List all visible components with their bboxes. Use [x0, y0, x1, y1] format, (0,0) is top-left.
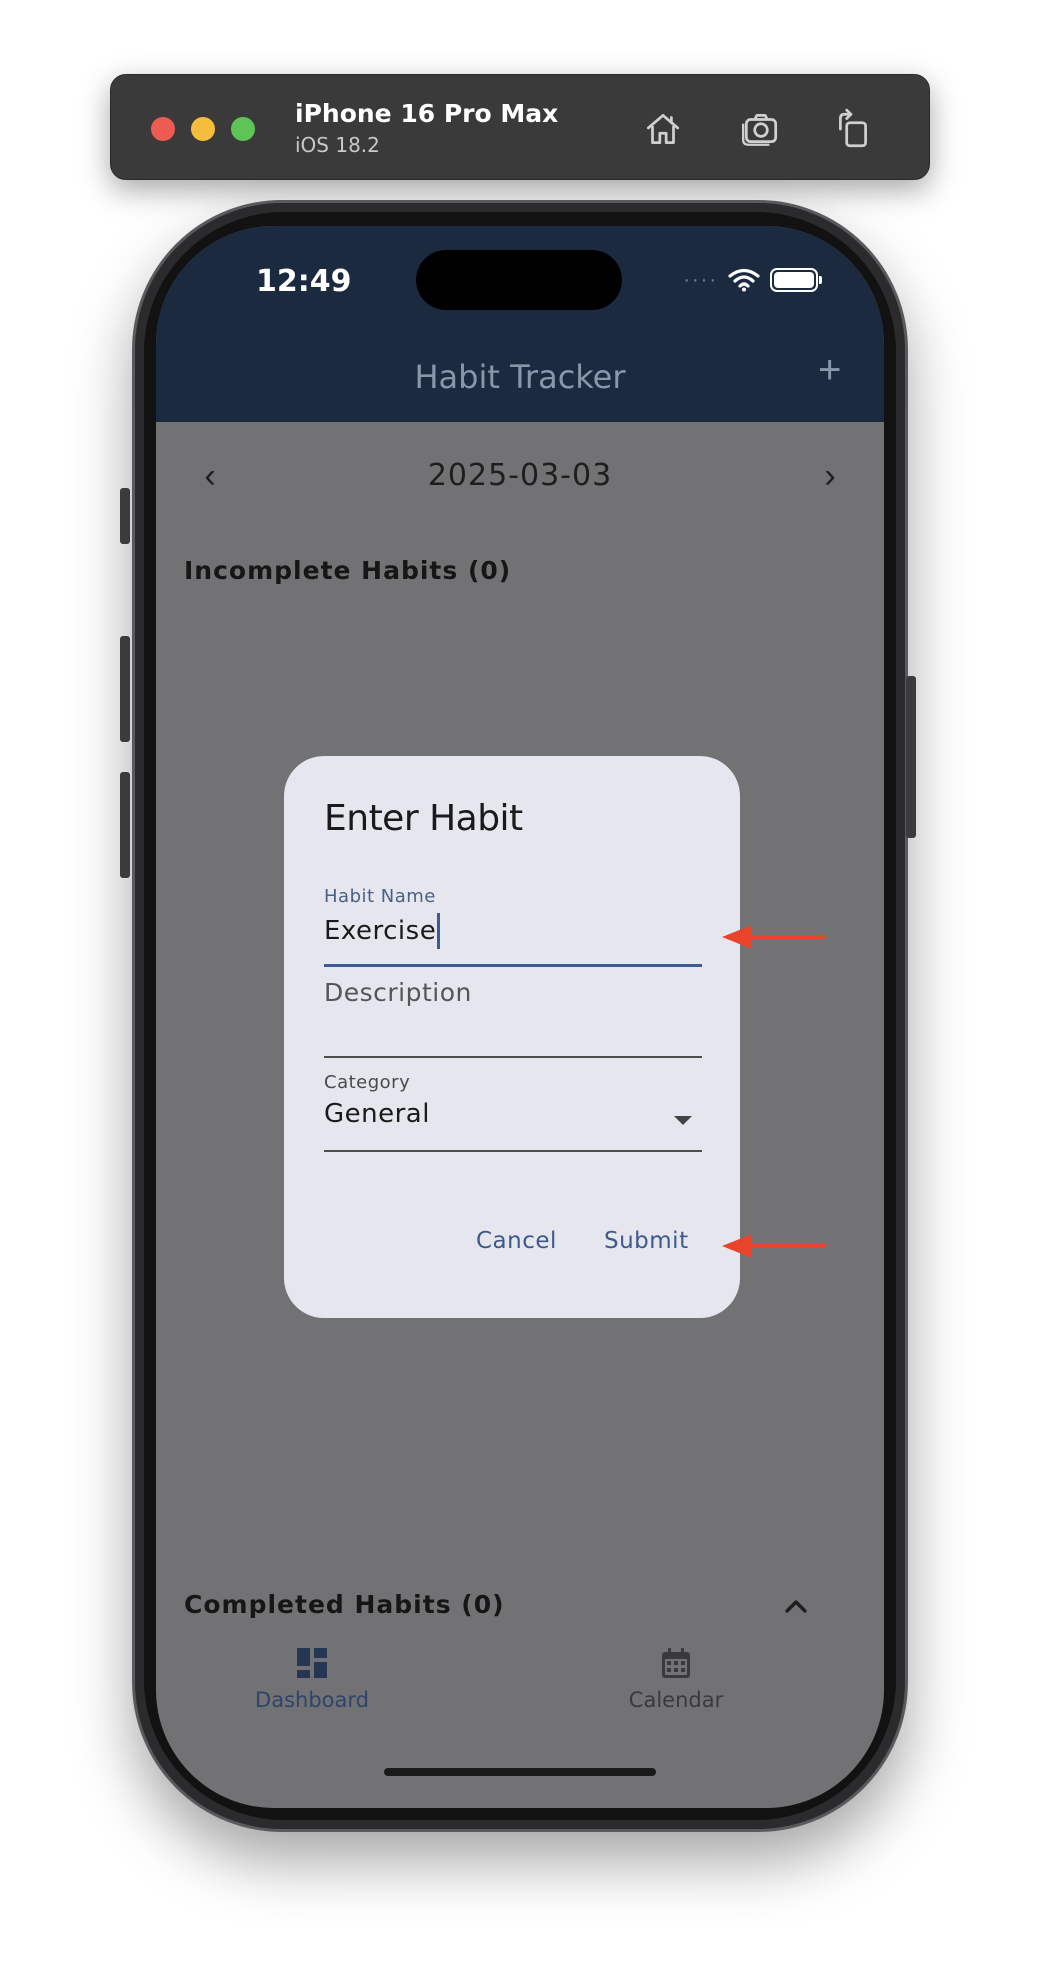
phone-screen: 12:49 ···· Habit Tracker + ‹ 2025-03-03 … [156, 226, 884, 1808]
screenshot-button[interactable] [737, 105, 785, 153]
status-time: 12:49 [256, 264, 352, 299]
rotate-icon [839, 108, 867, 148]
os-version: iOS 18.2 [295, 133, 380, 157]
habit-name-underline [324, 964, 702, 967]
calendar-icon [662, 1648, 690, 1678]
status-icons: ···· [683, 268, 822, 292]
description-input[interactable]: Description [324, 978, 702, 1007]
description-underline [324, 1056, 702, 1058]
app-title: Habit Tracker [414, 358, 626, 396]
category-dropdown[interactable]: Category General [324, 1072, 702, 1152]
rotate-button[interactable] [829, 105, 877, 153]
habit-name-label: Habit Name [324, 886, 436, 907]
simulator-toolbar: iPhone 16 Pro Max iOS 18.2 [110, 74, 930, 180]
nav-dashboard-label: Dashboard [255, 1688, 369, 1712]
habit-name-field[interactable]: Habit Name Exercise [324, 886, 702, 967]
home-button[interactable] [639, 105, 687, 153]
current-date: 2025-03-03 [427, 458, 613, 493]
nav-calendar[interactable]: Calendar [576, 1646, 776, 1712]
app-header: 12:49 ···· Habit Tracker + [156, 226, 884, 422]
date-navigator: ‹ 2025-03-03 › [156, 446, 884, 506]
submit-button[interactable]: Submit [604, 1228, 689, 1254]
add-habit-button[interactable]: + [818, 350, 841, 390]
device-name: iPhone 16 Pro Max [295, 99, 559, 128]
nav-calendar-label: Calendar [628, 1688, 724, 1712]
volume-down-button [120, 772, 130, 878]
enter-habit-dialog: Enter Habit Habit Name Exercise Descript… [284, 756, 740, 1318]
battery-icon [770, 268, 822, 292]
screenshot-icon [741, 113, 778, 146]
cancel-button[interactable]: Cancel [476, 1228, 557, 1254]
incomplete-habits-heading: Incomplete Habits (0) [184, 556, 512, 585]
action-button [120, 488, 130, 544]
habit-name-input[interactable]: Exercise [324, 916, 436, 946]
annotation-arrow-icon [722, 1234, 826, 1258]
dropdown-arrow-icon [674, 1116, 692, 1125]
annotation-arrow-icon [722, 925, 826, 949]
next-day-button[interactable]: › [810, 446, 850, 506]
volume-up-button [120, 636, 130, 742]
description-field[interactable]: Description [324, 978, 702, 1058]
bottom-navigation: Dashboard Calendar [156, 1616, 884, 1736]
signal-icon: ···· [683, 268, 718, 291]
power-button [906, 676, 916, 838]
completed-habits-heading[interactable]: Completed Habits (0) [184, 1590, 505, 1619]
dashboard-icon [297, 1648, 327, 1678]
category-value: General [324, 1099, 430, 1129]
category-label: Category [324, 1072, 411, 1093]
nav-dashboard[interactable]: Dashboard [212, 1646, 412, 1712]
stage: iPhone 16 Pro Max iOS 18.2 12:49 ···· Ha… [0, 0, 1040, 1984]
category-underline [324, 1150, 702, 1152]
close-window-button[interactable] [151, 117, 175, 141]
dialog-title: Enter Habit [324, 798, 523, 839]
text-cursor [437, 913, 441, 949]
wifi-icon [728, 268, 760, 292]
dynamic-island [416, 250, 622, 310]
home-icon [646, 113, 680, 145]
zoom-window-button[interactable] [231, 117, 255, 141]
home-indicator [384, 1768, 656, 1776]
minimize-window-button[interactable] [191, 117, 215, 141]
